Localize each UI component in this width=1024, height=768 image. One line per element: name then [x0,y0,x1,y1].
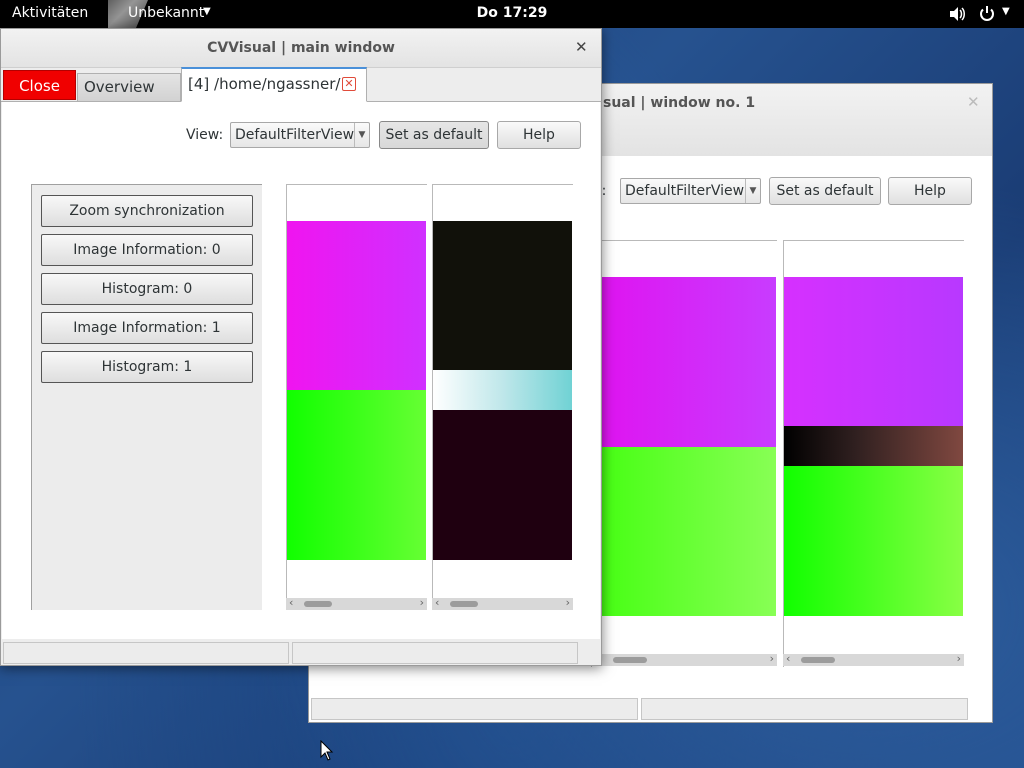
view-select[interactable]: DefaultFilterView ▼ [230,122,370,148]
power-icon[interactable] [978,5,996,23]
activities-button[interactable]: Aktivitäten [12,5,88,21]
image-view-0[interactable] [286,184,427,610]
image-region-gradient [784,426,963,466]
image-view-left[interactable] [591,240,777,667]
scroll-right-icon[interactable]: › [566,596,570,609]
chevron-down-icon[interactable]: ▼ [1002,6,1010,17]
chevron-down-icon: ▼ [745,179,760,203]
sidebar: Zoom synchronization Image Information: … [31,184,262,610]
tab-file[interactable]: [4] /home/ngassner/... ✕ [181,67,367,102]
status-bar-left [3,642,289,664]
image-region-magenta [784,277,963,426]
set-default-button[interactable]: Set as default [379,121,489,149]
status-bar-right [292,642,578,664]
top-bar: Aktivitäten Unbekannt ▼ Do 17:29 ▼ [0,0,1024,28]
close-icon[interactable]: ✕ [575,38,588,56]
main-window-titlebar[interactable]: CVVisual | main window ✕ [1,29,601,68]
close-icon[interactable]: ✕ [342,77,356,91]
horizontal-scrollbar[interactable]: ‹ › [591,652,777,666]
main-window: CVVisual | main window ✕ Close Overview … [0,28,602,666]
help-button[interactable]: Help [888,177,972,205]
scroll-right-icon[interactable]: › [420,596,424,609]
clock[interactable]: Do 17:29 [477,5,548,21]
histogram-1-button[interactable]: Histogram: 1 [41,351,253,383]
image-region-green [784,466,963,616]
image-region-gradient [433,370,572,410]
chevron-down-icon: ▼ [354,123,369,147]
scrollbar-thumb[interactable] [450,601,478,607]
image-region-magenta [287,221,426,390]
scroll-left-icon[interactable]: ‹ [786,652,790,665]
image-info-1-button[interactable]: Image Information: 1 [41,312,253,344]
tab-overview[interactable]: Overview [77,73,181,101]
scroll-left-icon[interactable]: ‹ [435,596,439,609]
view-select[interactable]: DefaultFilterView ▼ [620,178,761,204]
scroll-right-icon[interactable]: › [957,652,961,665]
zoom-sync-button[interactable]: Zoom synchronization [41,195,253,227]
view-select-value: DefaultFilterView [625,183,745,199]
set-default-button[interactable]: Set as default [769,177,881,205]
status-bar-right [641,698,968,720]
image-view-right[interactable] [783,240,964,667]
mouse-cursor-icon [320,740,334,761]
scroll-left-icon[interactable]: ‹ [289,596,293,609]
scrollbar-thumb[interactable] [613,657,647,663]
scroll-right-icon[interactable]: › [770,652,774,665]
app-menu[interactable]: Unbekannt ▼ [108,0,218,28]
scrollbar-thumb[interactable] [304,601,332,607]
image-region-dark-red [433,410,572,560]
chevron-down-icon: ▼ [203,6,211,17]
tab-close[interactable]: Close [3,70,76,100]
image-region-green [287,390,426,560]
horizontal-scrollbar[interactable]: ‹ › [432,596,573,610]
help-button[interactable]: Help [497,121,581,149]
scrollbar-thumb[interactable] [801,657,835,663]
horizontal-scrollbar[interactable]: ‹ › [286,596,427,610]
tab-file-label: [4] /home/ngassner/... [188,75,355,93]
view-label: View: [186,127,224,143]
image-region-green [592,447,776,616]
volume-icon[interactable] [948,5,966,23]
histogram-0-button[interactable]: Histogram: 0 [41,273,253,305]
horizontal-scrollbar[interactable]: ‹ › [783,652,964,666]
view-select-value: DefaultFilterView [235,127,355,143]
image-view-1[interactable] [432,184,573,610]
close-icon[interactable]: ✕ [967,93,980,111]
image-region-magenta [592,277,776,447]
app-menu-label: Unbekannt [128,5,205,21]
status-bar-left [311,698,638,720]
image-region-dark [433,221,572,370]
main-window-title: CVVisual | main window [207,40,395,56]
image-info-0-button[interactable]: Image Information: 0 [41,234,253,266]
